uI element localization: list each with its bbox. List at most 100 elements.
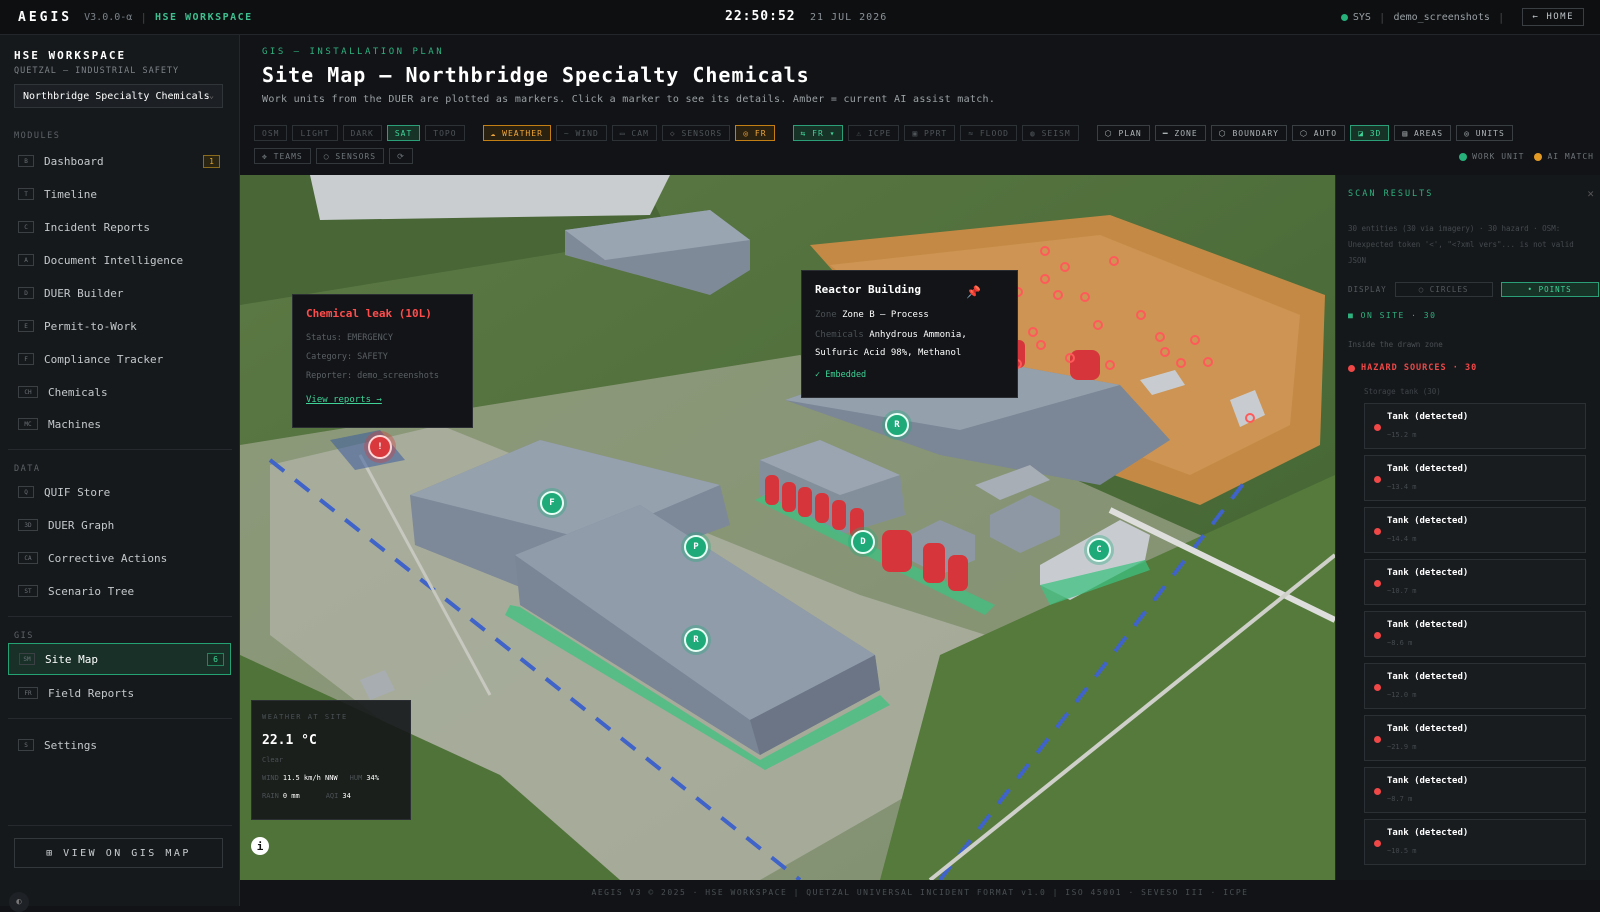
sidebar-item-machines[interactable]: MC Machines [14, 411, 226, 437]
list-item[interactable]: Tank (detected) ~14.4 m [1364, 507, 1586, 553]
builder-icon: D [18, 287, 34, 299]
basemap-sat-button[interactable]: SAT [386, 125, 421, 141]
sidebar-item-duer-builder[interactable]: D DUER Builder [14, 280, 226, 306]
sidebar-item-label: Permit-to-Work [44, 319, 137, 333]
teams-button[interactable]: ✥ TEAMS [254, 148, 311, 164]
layer-pprt-button[interactable]: ▣ PPRT [904, 125, 956, 141]
hazard-sources-header[interactable]: HAZARD SOURCES · 30 [1348, 363, 1477, 373]
units-button[interactable]: ◎ UNITS [1456, 125, 1513, 141]
work-unit-marker-p[interactable]: P [684, 535, 708, 559]
work-unit-marker-c[interactable]: C [1087, 538, 1111, 562]
sidebar-item-incident-reports[interactable]: C Incident Reports [14, 214, 226, 240]
display-circles-button[interactable]: ◯ CIRCLES [1394, 282, 1493, 297]
gear-icon: S [18, 739, 34, 751]
list-item[interactable]: Tank (detected) ~10.5 m [1364, 819, 1586, 865]
auto-button[interactable]: ⬡ AUTO [1292, 125, 1346, 141]
sidebar-item-scenario-tree[interactable]: ST Scenario Tree [14, 578, 226, 604]
basemap-topo-button[interactable]: TOPO [425, 125, 465, 141]
work-unit-marker-r[interactable]: R [885, 413, 909, 437]
info-icon[interactable]: i [251, 837, 269, 855]
close-icon[interactable]: ✕ [1587, 187, 1594, 200]
draw-boundary-button[interactable]: ⬡ BOUNDARY [1210, 125, 1287, 141]
pin-icon[interactable]: 📌 [966, 285, 981, 299]
sidebar-header: HSE WORKSPACE QUETZAL — INDUSTRIAL SAFET… [14, 49, 179, 76]
layer-flood-button[interactable]: ≈ FLOOD [960, 125, 1017, 141]
incident-reporter: Reporter: demo_screenshots [306, 371, 440, 381]
tank-size: ~15.2 m [1387, 431, 1417, 439]
sensors-toggle-button[interactable]: ◯ SENSORS [315, 148, 385, 164]
view-on-gis-map-button[interactable]: ⊞ VIEW ON GIS MAP [14, 838, 223, 868]
sidebar-item-settings[interactable]: S Settings [14, 732, 226, 758]
list-item[interactable]: Tank (detected) ~12.0 m [1364, 663, 1586, 709]
fr-dropdown-button[interactable]: ⇆ FR ▾ [792, 125, 844, 141]
sidebar-item-document-intelligence[interactable]: A Document Intelligence [14, 247, 226, 273]
field-value: Zone B — Process [842, 310, 929, 320]
humidity-reading: HUM 34% [350, 774, 379, 782]
satellite-3d-map[interactable]: F P R R D C ! Chemical leak (10L) Status… [240, 175, 1335, 880]
clock: 22:50:52 [725, 9, 796, 24]
in-zone-note: Inside the drawn zone [1348, 340, 1443, 349]
layer-icpe-button[interactable]: ⚠ ICPE [848, 125, 900, 141]
sidebar-item-site-map[interactable]: SM Site Map 6 [8, 643, 231, 675]
top-right-status: SYS | demo_screenshots | ← HOME [1340, 8, 1584, 26]
layer-cam-button[interactable]: ▭ CAM [611, 125, 657, 141]
sidebar-item-chemicals[interactable]: CH Chemicals [14, 379, 226, 405]
sidebar-item-label: QUIF Store [44, 485, 111, 499]
sidebar-item-quif-store[interactable]: Q QUIF Store [14, 479, 226, 505]
sidebar-item-corrective-actions[interactable]: CA Corrective Actions [14, 545, 226, 571]
list-item[interactable]: Tank (detected) ~15.2 m [1364, 403, 1586, 449]
areas-button[interactable]: ▤ AREAS [1394, 125, 1452, 141]
view-reports-link[interactable]: View reports → [306, 395, 459, 405]
sidebar-item-field-reports[interactable]: FR Field Reports [14, 680, 226, 706]
legend-work-unit: WORK UNIT [1459, 152, 1524, 161]
actions-icon: CA [18, 552, 38, 564]
tank-name: Tank (detected) [1387, 464, 1469, 474]
hazard-dot-icon [1374, 840, 1381, 847]
work-unit-marker-r[interactable]: R [684, 628, 708, 652]
layer-wind-button[interactable]: ~ WIND [555, 125, 607, 141]
incident-icon: C [18, 221, 34, 233]
field-value: 11.5 km/h NNW [282, 774, 338, 782]
app-brand: AEGIS [18, 9, 73, 25]
tank-name: Tank (detected) [1387, 412, 1469, 422]
ai-match-dot-icon [1534, 152, 1543, 161]
list-item[interactable]: Tank (detected) ~8.6 m [1364, 611, 1586, 657]
sidebar-item-timeline[interactable]: T Timeline [14, 181, 226, 207]
display-points-button[interactable]: • POINTS [1500, 282, 1599, 297]
draw-zone-button[interactable]: ━ ZONE [1154, 125, 1206, 141]
user-name[interactable]: demo_screenshots [1394, 12, 1490, 23]
work-unit-dot-icon [1459, 152, 1468, 161]
sidebar-item-dashboard[interactable]: B Dashboard 1 [14, 148, 226, 174]
layer-seism-button[interactable]: ◍ SEISM [1021, 125, 1079, 141]
view-3d-button[interactable]: ◪ 3D [1350, 125, 1390, 141]
site-selector[interactable]: Northbridge Specialty Chemicals ⌄ [14, 84, 223, 108]
scan-results-panel: SCAN RESULTS ✕ 30 entities (30 via image… [1335, 175, 1600, 880]
draw-plan-button[interactable]: ⬡ PLAN [1096, 125, 1150, 141]
basemap-light-button[interactable]: LIGHT [292, 125, 338, 141]
incident-status: Status: EMERGENCY [306, 333, 393, 343]
layer-sensors-button[interactable]: ◇ SENSORS [661, 125, 731, 141]
refresh-icon[interactable]: ⟳ [389, 148, 413, 164]
list-item[interactable]: Tank (detected) ~10.7 m [1364, 559, 1586, 605]
layer-fr-button[interactable]: ◎ FR [735, 125, 775, 141]
list-item[interactable]: Tank (detected) ~13.4 m [1364, 455, 1586, 501]
basemap-osm-button[interactable]: OSM [254, 125, 288, 141]
basemap-dark-button[interactable]: DARK [342, 125, 382, 141]
theme-toggle-icon[interactable]: ◐ [9, 892, 29, 912]
sidebar-item-permit-to-work[interactable]: E Permit-to-Work [14, 313, 226, 339]
incident-marker[interactable]: ! [368, 435, 392, 459]
home-button[interactable]: ← HOME [1522, 8, 1584, 26]
layer-weather-button[interactable]: ☁ WEATHER [482, 125, 551, 141]
tank-size: ~13.4 m [1387, 483, 1417, 491]
sidebar-item-compliance-tracker[interactable]: F Compliance Tracker [14, 346, 226, 372]
work-unit-marker-d[interactable]: D [851, 530, 875, 554]
list-item[interactable]: Tank (detected) ~8.7 m [1364, 767, 1586, 813]
chemicals-icon: CH [18, 386, 38, 398]
sidebar-item-duer-graph[interactable]: 3D DUER Graph [14, 512, 226, 538]
work-unit-marker-f[interactable]: F [540, 491, 564, 515]
sidebar-item-label: DUER Builder [44, 286, 124, 300]
weather-row-1: WIND 11.5 km/h NNW HUM 34% [262, 774, 400, 782]
list-item[interactable]: Tank (detected) ~21.9 m [1364, 715, 1586, 761]
section-label-data: DATA [14, 464, 41, 474]
date: 21 JUL 2026 [810, 12, 888, 23]
